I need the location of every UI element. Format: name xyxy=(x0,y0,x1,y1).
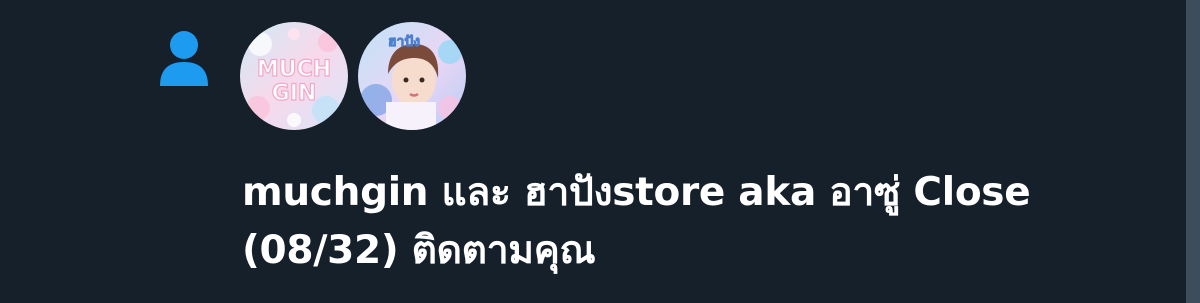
hapang-logo-text: ฮาปัง xyxy=(388,34,420,50)
notification-view: MUCH GIN ฮาปัง muchgin และ ฮาปังstore ak… xyxy=(0,0,1200,303)
avatar-group: MUCH GIN ฮาปัง xyxy=(240,22,466,134)
user-link-muchgin[interactable]: muchgin xyxy=(242,170,429,215)
person-icon xyxy=(158,30,210,88)
hapang-store-avatar[interactable]: ฮาปัง xyxy=(358,22,466,130)
muchgin-logo-line2: GIN xyxy=(272,81,317,106)
follow-notification[interactable]: MUCH GIN ฮาปัง muchgin และ ฮาปังstore ak… xyxy=(0,0,1186,303)
scrollbar[interactable] xyxy=(1186,0,1200,303)
muchgin-avatar[interactable]: MUCH GIN xyxy=(240,22,348,130)
conjunction-text: และ xyxy=(428,170,524,215)
muchgin-logo-line1: MUCH xyxy=(257,57,331,82)
action-text: ติดตามคุณ xyxy=(398,228,596,273)
notification-text: muchgin และ ฮาปังstore aka อาซู่ Close (… xyxy=(242,164,1122,280)
